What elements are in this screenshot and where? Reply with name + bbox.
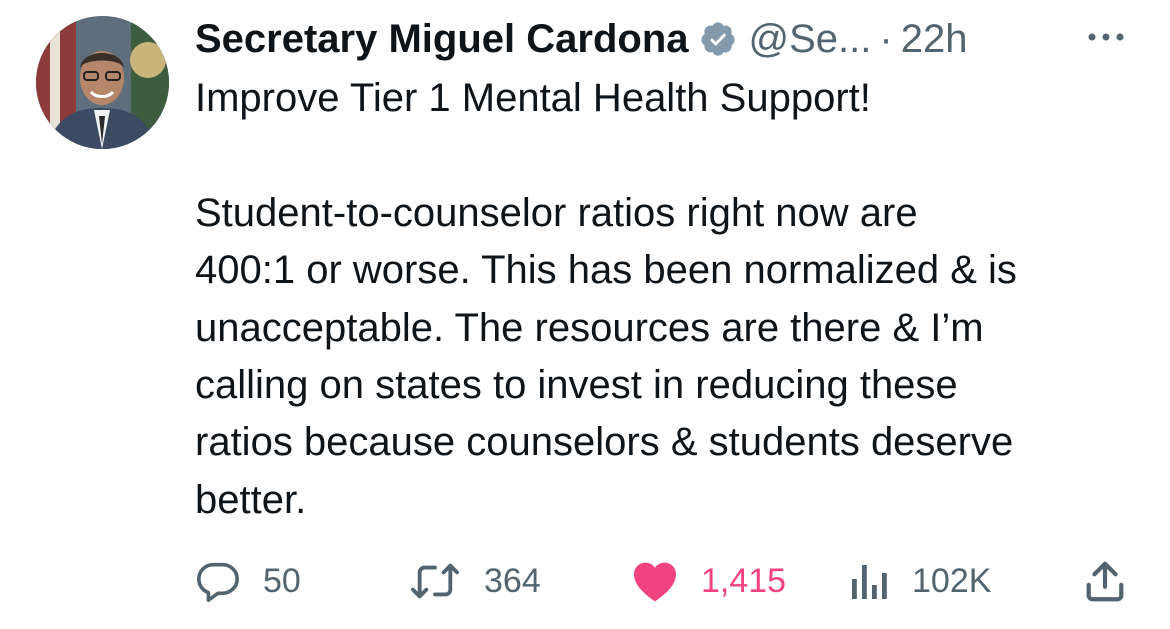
retweet-button[interactable]: 364: [408, 556, 541, 606]
tweet-line: ratios because counselors & students des…: [195, 420, 1014, 465]
tweet-line: 400:1 or worse. This has been normalized…: [195, 248, 1017, 293]
views-button[interactable]: 102K: [850, 556, 991, 606]
author-name[interactable]: Secretary Miguel Cardona: [195, 17, 689, 62]
share-button[interactable]: [1083, 556, 1127, 606]
views-count: 102K: [912, 561, 992, 600]
tweet-header: Secretary Miguel Cardona @Se... · 22h: [195, 14, 967, 64]
like-count: 1,415: [701, 561, 787, 600]
verified-badge-icon: [699, 20, 737, 58]
timestamp[interactable]: 22h: [901, 17, 968, 62]
tweet-text: Improve Tier 1 Mental Health Support! St…: [195, 70, 1145, 529]
reply-icon: [197, 562, 239, 602]
tweet-line: unacceptable. The resources are there & …: [195, 305, 984, 350]
author-handle[interactable]: @Se...: [749, 17, 872, 62]
person-avatar-icon: [36, 16, 169, 149]
more-dots-icon: [1088, 33, 1124, 41]
share-icon: [1086, 561, 1124, 602]
avatar[interactable]: [36, 16, 169, 149]
tweet-line: Student-to-counselor ratios right now ar…: [195, 190, 918, 235]
tweet-line: Improve Tier 1 Mental Health Support!: [195, 76, 871, 120]
like-button[interactable]: 1,415: [631, 556, 786, 606]
views-chart-icon: [852, 565, 887, 599]
heart-icon: [634, 562, 676, 602]
more-options-button[interactable]: [1084, 22, 1128, 52]
tweet-line: better.: [195, 477, 307, 522]
separator: ·: [879, 16, 893, 61]
tweet-line: calling on states to invest in reducing …: [195, 363, 958, 408]
reply-count: 50: [263, 561, 301, 600]
retweet-count: 364: [484, 561, 541, 600]
retweet-icon: [411, 563, 459, 599]
tweet-actions: 50 364 1,415 102K: [195, 556, 1135, 606]
reply-button[interactable]: 50: [195, 556, 301, 606]
